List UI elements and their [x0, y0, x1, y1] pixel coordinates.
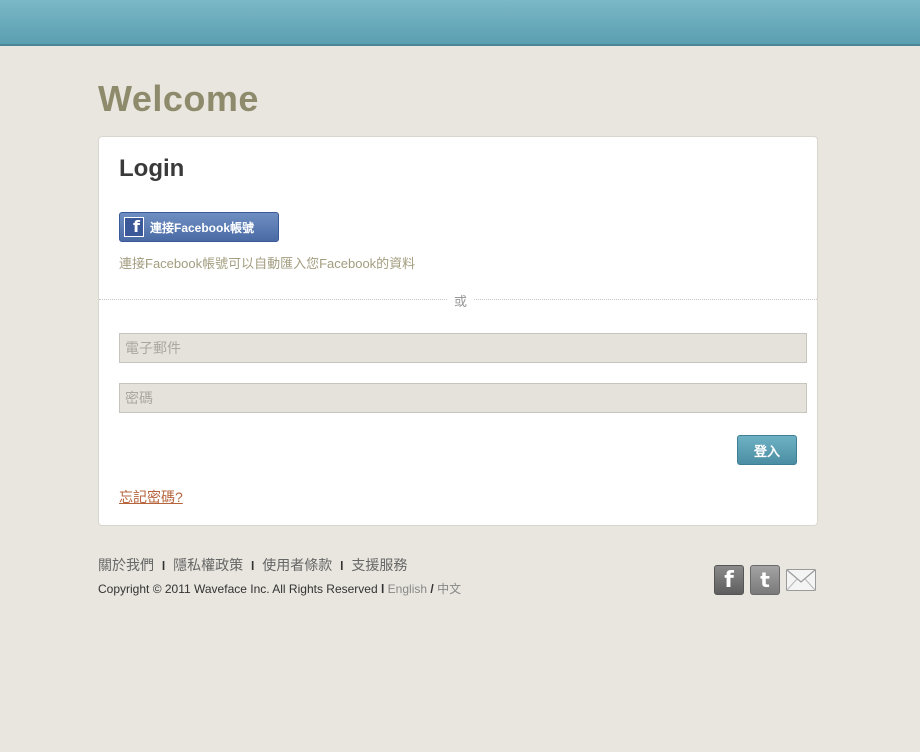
language-chinese-link[interactable]: 中文: [437, 582, 461, 596]
facebook-description: 連接Facebook帳號可以自動匯入您Facebook的資料: [119, 256, 416, 271]
copyright-separator: l: [380, 582, 385, 596]
twitter-social-icon[interactable]: t: [750, 565, 780, 595]
facebook-social-icon[interactable]: f: [714, 565, 744, 595]
facebook-icon: f: [124, 217, 144, 237]
or-label: 或: [448, 291, 474, 310]
copyright-line: Copyright © 2011 Waveface Inc. All Right…: [98, 580, 461, 597]
mail-social-icon[interactable]: [786, 565, 816, 595]
footer-separator: l: [340, 559, 344, 573]
top-banner: [0, 0, 920, 46]
footer-link-privacy[interactable]: 隱私權政策: [173, 557, 243, 573]
password-input[interactable]: [119, 383, 807, 413]
login-title: Login: [119, 155, 185, 182]
copyright-text: Copyright © 2011 Waveface Inc. All Right…: [98, 582, 378, 596]
login-card: Login f 連接Facebook帳號 連接Facebook帳號可以自動匯入您…: [98, 136, 818, 526]
forgot-password-link[interactable]: 忘記密碼?: [119, 487, 183, 507]
facebook-connect-button[interactable]: f 連接Facebook帳號: [119, 212, 279, 242]
footer-separator: l: [161, 559, 166, 573]
email-input[interactable]: [119, 333, 807, 363]
footer-link-terms[interactable]: 使用者條款: [262, 557, 332, 573]
footer-separator: l: [251, 559, 255, 573]
mail-icon: [786, 569, 816, 591]
footer-link-about[interactable]: 關於我們: [98, 557, 154, 573]
page-title: Welcome: [98, 78, 259, 119]
footer-link-support[interactable]: 支援服務: [351, 557, 407, 573]
facebook-connect-label: 連接Facebook帳號: [150, 220, 255, 235]
language-english-link[interactable]: English: [388, 582, 427, 596]
footer-links: 關於我們 l 隱私權政策 l 使用者條款 l 支援服務: [98, 555, 407, 575]
login-button[interactable]: 登入: [737, 435, 797, 465]
language-separator: /: [430, 582, 434, 596]
